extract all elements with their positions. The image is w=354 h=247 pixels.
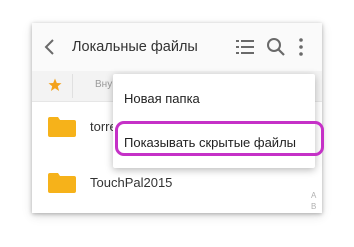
top-toolbar: Локальные файлы xyxy=(32,23,322,71)
more-vert-icon[interactable] xyxy=(297,37,305,57)
screen: Локальные файлы Вну torre TouchPal2015 A… xyxy=(0,0,354,247)
breadcrumb-path[interactable]: Вну xyxy=(95,79,112,90)
menu-item-label: Новая папка xyxy=(124,91,200,106)
page-title: Локальные файлы xyxy=(72,39,198,55)
side-index-letter[interactable]: B xyxy=(311,202,316,211)
breadcrumb-divider xyxy=(72,74,73,98)
search-icon[interactable] xyxy=(266,37,285,56)
menu-item-label: Показывать скрытые файлы xyxy=(124,135,296,150)
file-name: TouchPal2015 xyxy=(90,175,173,190)
list-view-icon[interactable] xyxy=(236,38,254,56)
side-index-letter[interactable]: A xyxy=(311,191,316,200)
overflow-menu: Новая папка Показывать скрытые файлы xyxy=(113,74,315,168)
menu-item-show-hidden-files[interactable]: Показывать скрытые файлы xyxy=(113,123,315,163)
menu-item-new-folder[interactable]: Новая папка xyxy=(113,79,315,119)
folder-icon xyxy=(48,117,76,137)
arrow-back-icon[interactable] xyxy=(42,37,58,57)
list-item[interactable]: TouchPal2015 xyxy=(32,163,322,203)
star-icon[interactable] xyxy=(48,78,62,92)
folder-icon xyxy=(48,173,76,193)
